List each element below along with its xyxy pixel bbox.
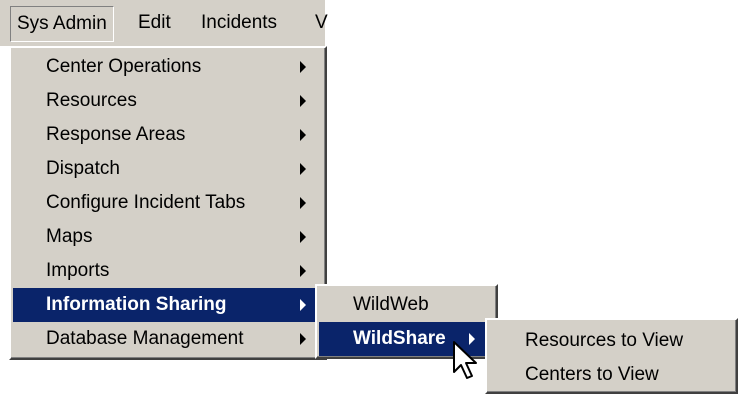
menu-item-label: Resources: [46, 90, 137, 111]
sys-admin-menu: Center Operations Resources Response Are…: [9, 46, 327, 360]
menu-item-label: Centers to View: [525, 364, 659, 385]
menu-item-label: WildShare: [353, 328, 446, 349]
menu-item-configure-incident-tabs[interactable]: Configure Incident Tabs: [11, 186, 325, 220]
menu-item-information-sharing[interactable]: Information Sharing: [13, 288, 323, 322]
app-window: Sys Admin Edit Incidents V Center Operat…: [0, 0, 738, 396]
menubar-v[interactable]: V: [309, 6, 328, 40]
menu-item-centers-to-view[interactable]: Centers to View: [487, 358, 736, 392]
menu-item-label: Center Operations: [46, 56, 202, 77]
menu-item-label: Dispatch: [46, 158, 120, 179]
submenu-arrow-icon: [300, 61, 306, 73]
menu-item-wildweb[interactable]: WildWeb: [317, 288, 496, 322]
menu-item-resources[interactable]: Resources: [11, 84, 325, 118]
menu-item-label: Maps: [46, 226, 93, 247]
menu-item-maps[interactable]: Maps: [11, 220, 325, 254]
menu-item-label: Information Sharing: [46, 294, 227, 315]
submenu-arrow-icon: [300, 197, 306, 209]
menu-item-label: Resources to View: [525, 330, 684, 351]
submenu-arrow-icon: [300, 163, 306, 175]
arrow-pointer-icon: [453, 341, 477, 379]
menu-item-label: Response Areas: [46, 124, 186, 145]
menu-item-label: Imports: [46, 260, 110, 281]
menu-bar: Sys Admin Edit Incidents V: [0, 0, 328, 46]
menu-item-resources-to-view[interactable]: Resources to View: [487, 324, 736, 358]
menu-item-database-management[interactable]: Database Management: [11, 322, 325, 356]
menu-item-imports[interactable]: Imports: [11, 254, 325, 288]
submenu-arrow-icon: [300, 333, 306, 345]
menubar-sys-admin[interactable]: Sys Admin: [10, 6, 114, 42]
submenu-arrow-icon: [300, 265, 306, 277]
wildshare-menu: Resources to View Centers to View: [485, 318, 738, 394]
submenu-arrow-icon: [300, 299, 306, 311]
submenu-arrow-icon: [300, 129, 306, 141]
menu-item-response-areas[interactable]: Response Areas: [11, 118, 325, 152]
menu-item-center-operations[interactable]: Center Operations: [11, 50, 325, 84]
menu-item-label: Configure Incident Tabs: [46, 192, 246, 213]
menubar-incidents[interactable]: Incidents: [195, 6, 283, 40]
menu-item-dispatch[interactable]: Dispatch: [11, 152, 325, 186]
menu-item-label: WildWeb: [353, 294, 429, 315]
menubar-edit[interactable]: Edit: [132, 6, 177, 40]
submenu-arrow-icon: [300, 231, 306, 243]
submenu-arrow-icon: [300, 95, 306, 107]
menu-item-label: Database Management: [46, 328, 244, 349]
